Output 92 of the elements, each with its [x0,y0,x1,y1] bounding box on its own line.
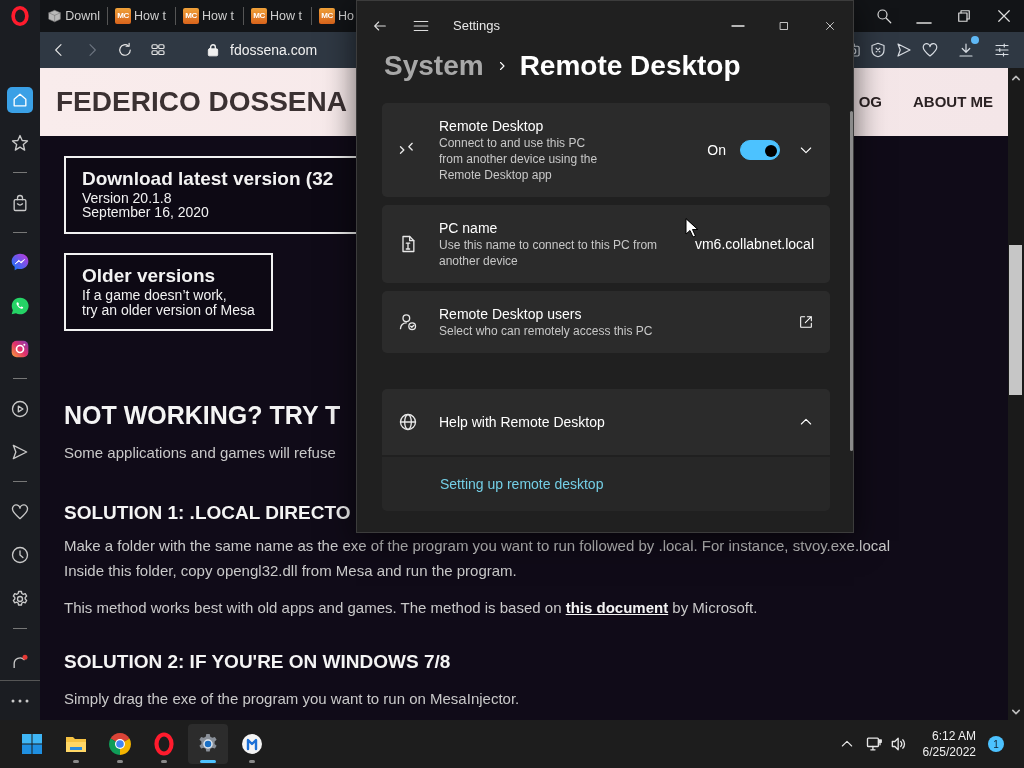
ring-logo-icon[interactable] [9,5,31,27]
paragraph: This method works best with old apps and games. The method is based on this document by Microsoft. [64,599,758,618]
ring-logo-icon [152,732,176,756]
favicon: MC [251,8,267,24]
section-heading: SOLUTION 2: IF YOU'RE ON WINDOWS 7/8 [64,651,451,674]
camera-icon [10,339,30,360]
box-detail: September 16, 2020 [82,205,210,221]
breadcrumb-item[interactable]: System [384,45,484,87]
paragraph-line: Make a folder with the same name as the exe of the program you want to run followed by .local. For instance, stvoy.exe.local [64,536,890,557]
play-icon [10,398,30,419]
circle-logo-icon [108,732,132,756]
toggle-switch[interactable] [740,140,780,160]
star-icon [10,133,30,154]
browser-tab[interactable]: MC How t [176,7,244,25]
favicon: MC [319,8,335,24]
clock[interactable]: 6:12 AM 6/25/2022 [922,728,976,760]
windows-logo-icon [20,732,44,756]
phone-bubble-icon [10,295,30,316]
date-text: 6/25/2022 [922,744,976,760]
app-icon [240,732,264,756]
browser-tab[interactable]: Downl [40,7,108,25]
globe-icon [398,412,418,432]
window-title: Settings [453,17,500,36]
restore-icon [955,7,973,25]
breadcrumb-item: Remote Desktop [519,49,741,83]
box-title: Download latest version (32 [82,168,335,191]
notification-badge[interactable]: 1 [988,736,1004,752]
box-title: Older versions [82,265,217,288]
card-description: Use this name to connect to this PC from another device [439,237,658,269]
back-arrow-icon [372,18,388,34]
box-detail: Version 20.1.8 [82,190,173,206]
help-title: Help with Remote Desktop [439,413,605,431]
section-heading: SOLUTION 1: .LOCAL DIRECTO [64,502,351,526]
section-heading: NOT WORKING? TRY T [64,400,341,431]
more-icon[interactable] [11,697,29,704]
card-description: Select who can remotely access this PC [439,323,653,339]
taskbar-button[interactable] [188,724,228,764]
site-title: FEDERICO DOSSENA [56,85,347,119]
send-icon[interactable] [895,41,913,59]
box-detail: If a game doesn’t work, [82,287,228,303]
settings-card[interactable]: Remote Desktop users Select who can remotely access this PC [382,291,830,353]
settings-card[interactable]: Remote Desktop Connect to and use this PC from another device using the Remote Desktop app On [382,103,830,197]
card-title: Remote Desktop [439,117,544,135]
minimize-icon [731,25,745,27]
box-detail: try an older version of Mesa [82,302,255,318]
mouse-pointer-icon [685,218,699,238]
favicon: MC [115,8,131,24]
card-title: Remote Desktop users [439,305,582,323]
box-icon [47,8,63,24]
pc-name-value: vm6.collabnet.local [694,234,814,254]
download-button[interactable] [957,36,979,59]
nav-link[interactable]: OG [858,90,882,114]
heart-icon [10,501,30,522]
chevron-up-icon [1011,74,1021,82]
paragraph: Simply drag the exe of the program you want to run on MesaInjector. [64,689,520,708]
chat-bubble-icon [10,252,30,273]
scrollbar-thumb[interactable] [1009,245,1022,395]
scrollbar-thumb[interactable] [850,111,853,451]
clock-icon [10,545,30,566]
time-text: 6:12 AM [931,728,976,744]
download-icon [957,41,975,59]
card-title: PC name [439,219,498,237]
browser-tab[interactable]: MC Ho [312,7,354,25]
browser-tab[interactable]: MC How t [108,7,176,25]
download-link-box[interactable]: Download latest version (32 Version 20.1.8 September 16, 2020 [64,156,356,235]
link[interactable]: this document [565,599,669,617]
lock-icon [206,42,220,58]
paragraph: Some applications and games will refuse [64,444,336,463]
address-field[interactable]: fdossena.com [206,39,318,61]
browser-tab[interactable]: MC How t [244,7,312,25]
help-link[interactable]: Setting up remote desktop [440,473,604,495]
close-icon [995,7,1013,25]
gear-icon [10,588,30,609]
user-check-icon [398,312,418,332]
nav-link[interactable]: ABOUT ME [913,90,993,114]
card-description: Connect to and use this PC from another device using the Remote Desktop app [439,135,598,183]
minimize-icon [915,22,933,24]
older-versions-link-box[interactable]: Older versions If a game doesn’t work, try an older version of Mesa [64,253,273,332]
toggle-label: On [707,140,726,160]
sliders-icon[interactable] [993,41,1011,59]
camera-icon[interactable] [852,41,861,59]
close-icon [823,19,837,33]
search-icon [875,7,893,25]
heart-icon[interactable] [921,41,939,59]
favicon: MC [183,8,199,24]
maximize-icon [777,19,791,33]
paragraph-line: Inside this folder, copy opengl32.dll from Mesa and run the program. [64,561,517,582]
sidebar-button[interactable] [7,87,33,113]
chevron-down-icon [1011,708,1021,716]
external-link-icon[interactable] [798,314,814,330]
shield-icon[interactable] [869,41,887,59]
help-section-header[interactable]: Help with Remote Desktop [382,389,830,455]
